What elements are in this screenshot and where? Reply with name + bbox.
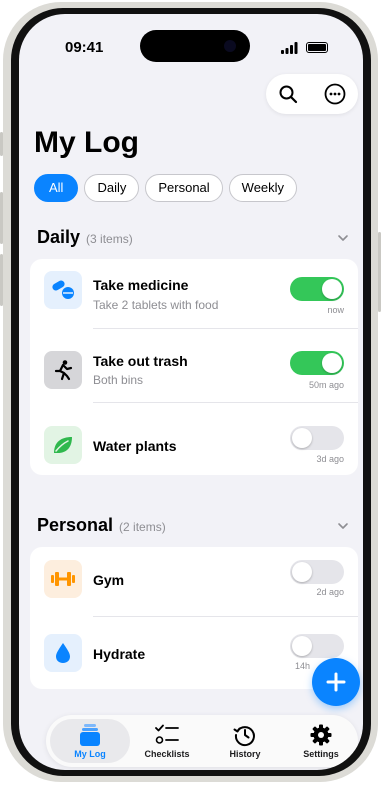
more-button[interactable] (323, 82, 347, 106)
camera-icon (224, 40, 236, 52)
section-card-personal: Gym 2d ago Hydrate 14h (30, 547, 358, 689)
chevron-down-icon[interactable] (337, 232, 349, 244)
item-title: Gym (93, 572, 125, 588)
status-time: 09:41 (65, 39, 104, 56)
power-button (378, 232, 381, 312)
volume-up-button (0, 192, 3, 244)
dynamic-island (140, 30, 250, 62)
item-time: 3d ago (316, 454, 344, 464)
tab-checklists[interactable]: Checklists (128, 715, 206, 767)
running-person-icon (44, 351, 82, 389)
item-time: 50m ago (308, 380, 344, 390)
history-icon (233, 723, 257, 747)
cellular-signal-icon (281, 42, 298, 54)
section-count: (2 items) (119, 520, 166, 534)
battery-icon (306, 42, 328, 53)
item-title: Take medicine (93, 277, 189, 293)
item-subtitle: Take 2 tablets with food (93, 298, 219, 312)
section-header-personal[interactable]: Personal (2 items) (37, 515, 166, 536)
tab-label: Settings (303, 749, 339, 759)
section-count: (3 items) (86, 232, 133, 246)
search-icon (279, 85, 298, 104)
list-item[interactable]: Gym 2d ago (30, 547, 358, 619)
item-time: now (327, 305, 344, 315)
filter-chips: All Daily Personal Weekly (34, 174, 298, 202)
page-title: My Log (34, 126, 139, 159)
add-button[interactable] (312, 658, 360, 706)
section-card-daily: Take medicine Take 2 tablets with food n… (30, 259, 358, 475)
top-actions (266, 74, 358, 114)
section-title: Personal (37, 515, 114, 535)
ellipsis-circle-icon (324, 83, 346, 105)
tab-label: Checklists (144, 749, 190, 759)
volume-down-button (0, 254, 3, 306)
item-time: 14h (294, 661, 310, 671)
mute-switch (0, 132, 3, 156)
done-toggle[interactable] (290, 351, 344, 375)
tab-label: My Log (74, 749, 106, 759)
pills-icon (44, 271, 82, 309)
checklist-icon (155, 723, 179, 747)
done-toggle[interactable] (290, 277, 344, 301)
tab-history[interactable]: History (206, 715, 284, 767)
filter-chip-daily[interactable]: Daily (84, 174, 140, 202)
item-title: Water plants (93, 438, 177, 454)
item-title: Take out trash (93, 353, 188, 369)
plus-icon (326, 672, 346, 692)
done-toggle[interactable] (290, 634, 344, 658)
divider (93, 616, 358, 617)
leaf-icon (44, 426, 82, 464)
filter-chip-all[interactable]: All (34, 174, 79, 202)
stack-icon (78, 723, 102, 747)
filter-chip-weekly[interactable]: Weekly (228, 174, 298, 202)
item-subtitle: Both bins (93, 373, 144, 387)
tab-bar: My Log Checklists History Settings (46, 715, 358, 767)
bezel: 09:41 My Log All Daily Personal Weekly D… (11, 8, 371, 776)
tab-label: History (229, 749, 261, 759)
list-item[interactable]: Hydrate 14h (30, 619, 358, 689)
tab-settings[interactable]: Settings (282, 715, 360, 767)
screen: 09:41 My Log All Daily Personal Weekly D… (19, 14, 363, 770)
dumbbell-icon (44, 560, 82, 598)
filter-chip-personal[interactable]: Personal (145, 174, 223, 202)
tab-my-log[interactable]: My Log (50, 719, 130, 763)
search-button[interactable] (276, 82, 300, 106)
water-drop-icon (44, 634, 82, 672)
list-item[interactable]: Water plants 3d ago (30, 403, 358, 475)
list-item[interactable]: Take medicine Take 2 tablets with food n… (30, 259, 358, 331)
section-header-daily[interactable]: Daily (3 items) (37, 227, 133, 248)
chevron-down-icon[interactable] (337, 520, 349, 532)
phone-frame: 09:41 My Log All Daily Personal Weekly D… (0, 2, 381, 782)
done-toggle[interactable] (290, 560, 344, 584)
divider (93, 328, 358, 329)
item-time: 2d ago (316, 587, 344, 597)
list-item[interactable]: Take out trash Both bins 50m ago (30, 331, 358, 403)
gear-icon (309, 723, 333, 747)
section-title: Daily (37, 227, 81, 247)
done-toggle[interactable] (290, 426, 344, 450)
item-title: Hydrate (93, 646, 146, 662)
